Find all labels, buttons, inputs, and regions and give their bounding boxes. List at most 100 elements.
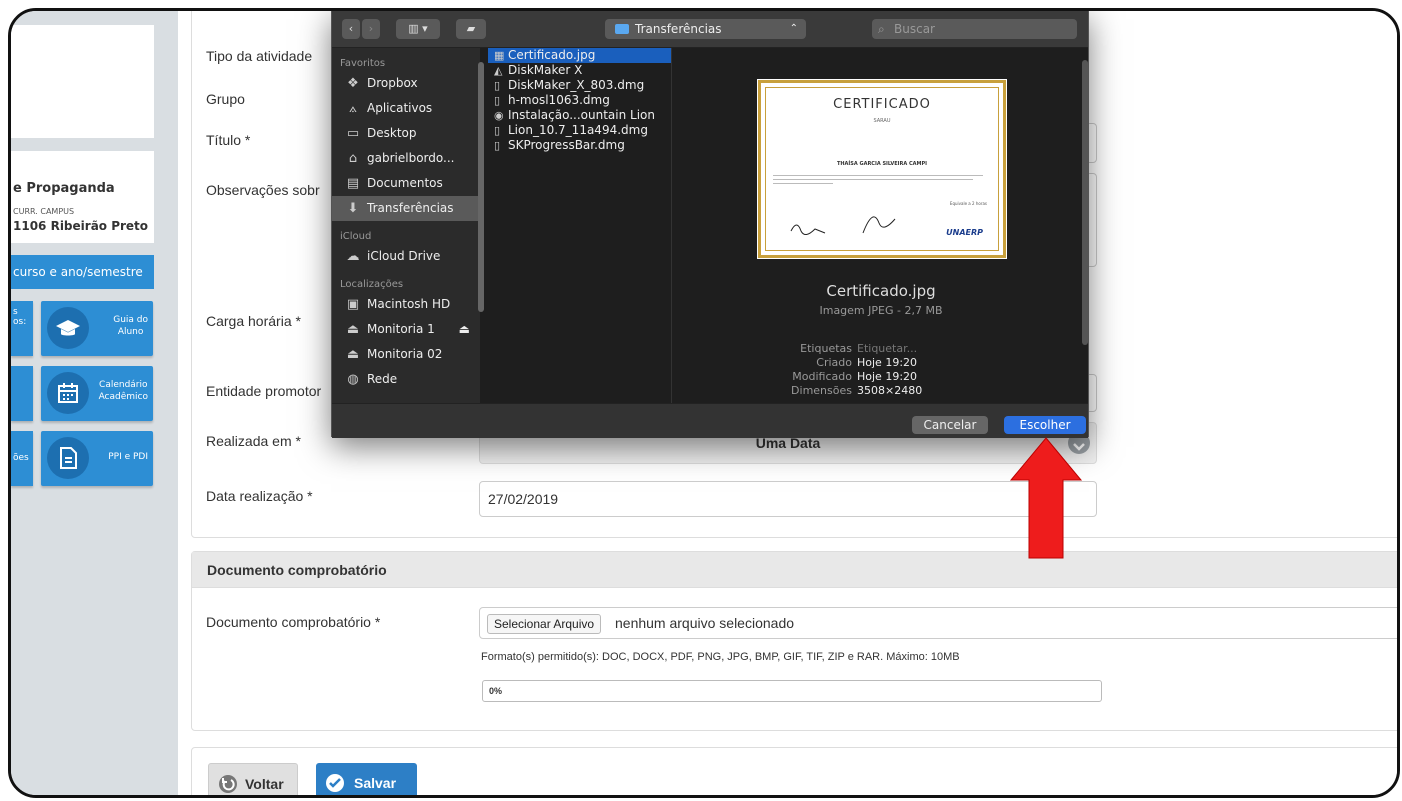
label-documento: Documento comprobatório *	[206, 614, 381, 630]
eject-icon[interactable]: ⏏	[459, 317, 470, 342]
certificate-subtitle: SARAU	[873, 118, 891, 124]
data-realizacao-input[interactable]: 27/02/2019	[479, 481, 1097, 517]
label-data-realizacao: Data realização *	[206, 488, 313, 504]
sidebar-section-title: Favoritos	[340, 58, 386, 69]
tile-partial-1[interactable]: s os:	[11, 301, 33, 356]
sidebar-item-home[interactable]: ⌂ gabrielbordo...	[332, 146, 480, 171]
sidebar-logo-card	[11, 25, 154, 138]
calendar-icon	[47, 372, 89, 414]
certificate-text-line	[773, 175, 983, 176]
file-preview: CERTIFICADO SARAU THAÍSA GARCIA SILVEIRA…	[672, 48, 1090, 403]
tile-partial-2[interactable]	[11, 366, 33, 421]
voltar-button[interactable]: Voltar	[208, 763, 298, 795]
tile-calendario[interactable]: Calendário Acadêmico	[41, 366, 153, 421]
tile-ppi-pdi[interactable]: PPI e PDI	[41, 431, 153, 486]
file-item[interactable]: ◉ Instalação...ountain Lion	[488, 108, 671, 123]
unaerp-logo: UNAERP	[946, 228, 983, 237]
home-icon: ⌂	[348, 151, 358, 166]
file-status: nenhum arquivo selecionado	[615, 615, 795, 631]
sidebar-item-transferencias[interactable]: ⬇ Transferências	[332, 196, 480, 221]
dialog-footer: Cancelar Escolher	[332, 403, 1088, 438]
file-icon: ▯	[494, 94, 501, 107]
file-icon: ▯	[494, 124, 501, 137]
folder-icon	[615, 24, 629, 34]
certificate-text-line	[773, 183, 833, 184]
file-item[interactable]: ▯ Lion_10.7_11a494.dmg	[488, 123, 671, 138]
view-mode-icon[interactable]: ▥ ▾	[396, 19, 440, 39]
sidebar-item-icloud-drive[interactable]: ☁ iCloud Drive	[332, 244, 480, 269]
image-file-icon: ▦	[494, 49, 505, 62]
meta-row: Etiquetas Etiquetar...	[800, 342, 918, 355]
sidebar-item-rede[interactable]: ◍ Rede	[332, 367, 480, 392]
sidebar-item-dropbox[interactable]: ❖ Dropbox	[332, 71, 480, 96]
back-arrow-icon	[219, 775, 237, 793]
course-code: 1106 Ribeirão Preto	[13, 219, 149, 233]
meta-row: Modificado Hoje 19:20	[792, 370, 918, 383]
meta-row: Dimensões 3508×2480	[791, 384, 923, 397]
back-chevron-icon[interactable]: ‹	[342, 19, 360, 39]
select-file-button[interactable]: Selecionar Arquivo	[487, 614, 602, 634]
signature-2	[862, 216, 896, 234]
new-folder-icon[interactable]: ▰	[456, 19, 486, 39]
label-entidade: Entidade promotor	[206, 383, 322, 399]
forward-chevron-icon[interactable]: ›	[362, 19, 380, 39]
desktop-icon: ▭	[346, 126, 360, 141]
documento-section-title: Documento comprobatório	[192, 552, 1397, 588]
meta-row: Criado Hoje 19:20	[816, 356, 918, 369]
updown-chevron-icon: ⌃	[789, 23, 798, 34]
sidebar-item-monitoria-02[interactable]: ⏏ Monitoria 02	[332, 342, 480, 367]
sidebar-item-desktop[interactable]: ▭ Desktop	[332, 121, 480, 146]
screen-frame: e Propaganda CURR. CAMPUS 1106 Ribeirão …	[8, 8, 1400, 798]
change-course-button[interactable]: curso e ano/semestre	[11, 255, 154, 289]
search-field[interactable]: ⌕ Buscar	[872, 19, 1077, 39]
documento-panel: Documento comprobatório	[191, 551, 1397, 731]
document-icon	[47, 437, 89, 479]
course-meta: CURR. CAMPUS	[13, 207, 75, 216]
course-card: e Propaganda CURR. CAMPUS 1106 Ribeirão …	[11, 151, 154, 243]
disk-icon: ▣	[346, 297, 360, 312]
check-icon	[326, 774, 344, 792]
file-item[interactable]: ▯ SKProgressBar.dmg	[488, 138, 671, 153]
allowed-formats: Formato(s) permitido(s): DOC, DOCX, PDF,…	[481, 651, 960, 663]
drive-icon: ⏏	[346, 322, 360, 337]
sidebar-section-title: iCloud	[340, 231, 372, 242]
sidebar-item-monitoria-1[interactable]: ⏏ Monitoria 1 ⏏	[332, 317, 480, 342]
file-item[interactable]: ▯ DiskMaker_X_803.dmg	[488, 78, 671, 93]
app-icon: ◭	[494, 64, 503, 77]
location-popup[interactable]: Transferências ⌃	[605, 19, 806, 39]
certificate-recipient: THAÍSA GARCIA SILVEIRA CAMPI	[836, 161, 928, 167]
preview-scrollbar[interactable]	[1082, 60, 1088, 345]
salvar-button[interactable]: Salvar	[316, 763, 417, 795]
cancel-button[interactable]: Cancelar	[912, 416, 988, 434]
file-icon: ▯	[494, 139, 501, 152]
choose-button[interactable]: Escolher	[1004, 416, 1086, 434]
certificate-thumbnail: CERTIFICADO SARAU THAÍSA GARCIA SILVEIRA…	[757, 79, 1007, 259]
certificate-text-line	[773, 179, 973, 180]
upload-progress-text: 0%	[489, 686, 503, 696]
tags-field[interactable]: Etiquetar...	[857, 342, 917, 355]
sidebar-item-aplicativos[interactable]: ⟑ Aplicativos	[332, 96, 480, 121]
sidebar-item-macintosh-hd[interactable]: ▣ Macintosh HD	[332, 292, 480, 317]
installer-icon: ◉	[494, 109, 504, 122]
certificate-title: CERTIFICADO	[833, 97, 931, 112]
graduation-cap-icon	[47, 307, 89, 349]
sidebar-scrollbar[interactable]	[478, 62, 484, 312]
file-item[interactable]: ▦ Certificado.jpg	[488, 48, 671, 63]
tile-guia-aluno[interactable]: Guia do Aluno	[41, 301, 153, 356]
tile-partial-3[interactable]: ões	[11, 431, 33, 486]
file-chooser-dialog: ‹ › ▥ ▾ ▰ Transferências ⌃ ⌕ Buscar Favo…	[331, 11, 1090, 438]
file-icon: ▯	[494, 79, 501, 92]
upload-progress-bar: 0%	[482, 680, 1102, 702]
file-item[interactable]: ◭ DiskMaker X	[488, 63, 671, 78]
certificate-hours: Equivale a 2 horas	[949, 201, 987, 206]
apps-icon: ⟑	[349, 101, 357, 116]
preview-filename: Certificado.jpg	[826, 282, 936, 300]
sidebar-item-documentos[interactable]: ▤ Documentos	[332, 171, 480, 196]
location-label: Transferências	[635, 22, 722, 36]
tile-label: Guia do Aluno	[113, 315, 148, 337]
label-carga-horaria: Carga horária *	[206, 313, 301, 329]
file-item[interactable]: ▯ h-mosl1063.dmg	[488, 93, 671, 108]
voltar-label: Voltar	[245, 776, 284, 792]
course-title: e Propaganda	[13, 181, 115, 196]
label-realizada-em: Realizada em *	[206, 433, 301, 449]
